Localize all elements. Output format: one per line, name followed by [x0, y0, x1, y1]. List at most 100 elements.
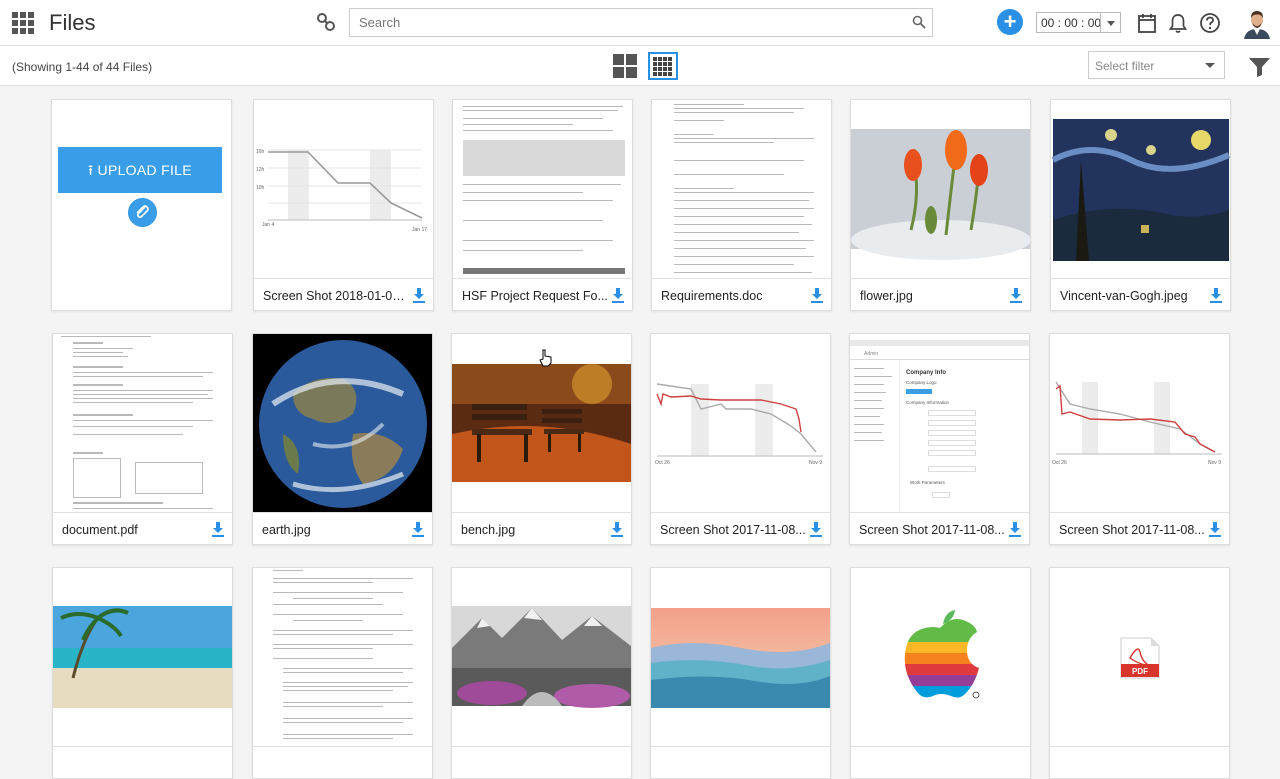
- file-footer: [851, 746, 1030, 778]
- file-card[interactable]: [650, 567, 831, 779]
- work-parameters-label: Work Parameters: [910, 480, 945, 485]
- x-tick-end: Nov 9: [1208, 460, 1221, 466]
- search-icon[interactable]: [912, 15, 926, 29]
- file-card[interactable]: [252, 567, 433, 779]
- file-name: Vincent-van-Gogh.jpeg: [1060, 289, 1188, 303]
- apps-grid-icon[interactable]: [12, 12, 34, 34]
- file-thumbnail: [453, 100, 632, 278]
- toolbar: (Showing 1-44 of 44 Files) Select filter: [0, 46, 1280, 86]
- company-logo-label: Company Logo: [906, 380, 937, 385]
- file-thumbnail: [452, 334, 631, 512]
- help-icon[interactable]: [1199, 12, 1221, 34]
- file-thumbnail: [452, 568, 631, 746]
- download-icon[interactable]: [413, 288, 425, 303]
- file-name: HSF Project Request Fo...: [462, 289, 608, 303]
- file-card[interactable]: [850, 567, 1031, 779]
- file-footer: [1050, 746, 1229, 778]
- upload-area: ⭱ UPLOAD FILE: [52, 100, 231, 310]
- file-footer: document.pdf: [53, 512, 232, 544]
- file-card[interactable]: flower.jpg: [850, 99, 1031, 311]
- file-card[interactable]: earth.jpg: [252, 333, 433, 545]
- file-footer: flower.jpg: [851, 278, 1030, 310]
- mountain-image: [452, 606, 631, 708]
- download-icon[interactable]: [412, 522, 424, 537]
- chart-thumbnail: Oct 26 Nov 9: [1052, 381, 1222, 466]
- download-icon[interactable]: [1210, 288, 1222, 303]
- file-card[interactable]: document.pdf: [52, 333, 233, 545]
- admin-label: Admin: [864, 351, 879, 357]
- beach-image: [53, 606, 232, 708]
- search-input[interactable]: [350, 9, 890, 36]
- file-footer: Vincent-van-Gogh.jpeg: [1051, 278, 1230, 310]
- file-card[interactable]: [52, 567, 233, 779]
- small-grid-view-icon[interactable]: [648, 52, 678, 80]
- download-icon[interactable]: [611, 522, 623, 537]
- file-count: (Showing 1-44 of 44 Files): [12, 60, 153, 74]
- file-footer: Screen Shot 2017-11-08...: [651, 512, 830, 544]
- download-icon[interactable]: [810, 522, 822, 537]
- timer-value: 00 : 00 : 00: [1041, 16, 1102, 30]
- timer-select[interactable]: 00 : 00 : 00: [1036, 12, 1121, 33]
- file-card[interactable]: 16h 12h 10h Jan 4 Jan 17 Screen Shot 201…: [253, 99, 434, 311]
- upload-label: UPLOAD FILE: [97, 162, 192, 178]
- grading-table: [135, 462, 203, 494]
- file-footer: Screen Shot 2018-01-04...: [254, 278, 433, 310]
- file-footer: [452, 746, 631, 778]
- upload-file-button[interactable]: ⭱ UPLOAD FILE: [58, 147, 222, 193]
- file-card[interactable]: Oct 26 Nov 9 Screen Shot 2017-11-08...: [650, 333, 831, 545]
- file-thumbnail: [851, 100, 1030, 278]
- bell-icon[interactable]: [1167, 12, 1189, 34]
- upload-icon: ⭱: [88, 162, 94, 178]
- x-tick-start: Oct 26: [1052, 460, 1067, 466]
- download-icon[interactable]: [612, 288, 624, 303]
- company-info-label: Company Information: [906, 400, 950, 405]
- avatar[interactable]: [1242, 7, 1272, 39]
- form-bar: [463, 268, 625, 274]
- file-card[interactable]: HSF Project Request Fo...: [452, 99, 633, 311]
- download-icon[interactable]: [212, 522, 224, 537]
- download-icon[interactable]: [1009, 522, 1021, 537]
- download-icon[interactable]: [1010, 288, 1022, 303]
- paperclip-icon[interactable]: [128, 198, 157, 227]
- file-card[interactable]: Admin Company Info Company Logo Company …: [849, 333, 1030, 545]
- x-tick-start: Jan 4: [262, 222, 274, 228]
- cursor-icon: [539, 349, 552, 367]
- file-thumbnail: [253, 334, 432, 512]
- file-card[interactable]: Vincent-van-Gogh.jpeg: [1050, 99, 1231, 311]
- download-icon[interactable]: [811, 288, 823, 303]
- address-field: [928, 420, 976, 426]
- file-thumbnail: Oct 26 Nov 9: [1050, 334, 1229, 512]
- file-thumbnail: [253, 568, 432, 746]
- painting-image: [1051, 119, 1230, 261]
- page-title: Files: [49, 10, 96, 35]
- file-card[interactable]: Oct 26 Nov 9 Screen Shot 2017-11-08...: [1049, 333, 1230, 545]
- file-name: flower.jpg: [860, 289, 913, 303]
- large-grid-view-icon[interactable]: [613, 54, 637, 78]
- app-header: Admin: [850, 350, 1029, 360]
- file-thumbnail: [53, 568, 232, 746]
- file-thumbnail: 16h 12h 10h Jan 4 Jan 17: [254, 100, 433, 278]
- file-thumbnail: [851, 568, 1030, 746]
- calendar-icon[interactable]: [1136, 12, 1158, 34]
- chevron-down-icon[interactable]: [1100, 13, 1120, 32]
- top-bar: Files + 00 : 00 : 00: [0, 0, 1280, 46]
- file-card[interactable]: [451, 567, 632, 779]
- file-card[interactable]: PDF: [1049, 567, 1230, 779]
- filter-select[interactable]: Select filter: [1088, 51, 1225, 79]
- file-name: Requirements.doc: [661, 289, 763, 303]
- file-footer: bench.jpg: [452, 512, 631, 544]
- file-card[interactable]: bench.jpg: [451, 333, 632, 545]
- file-name: Screen Shot 2017-11-08...: [859, 523, 1005, 537]
- name-field: [928, 410, 976, 416]
- file-thumbnail: [1051, 100, 1230, 278]
- download-icon[interactable]: [1209, 522, 1221, 537]
- file-name: Screen Shot 2017-11-08...: [660, 523, 806, 537]
- filter-icon[interactable]: [1248, 56, 1271, 78]
- search-box: [349, 8, 933, 37]
- add-button[interactable]: +: [997, 9, 1023, 35]
- city-field: [928, 440, 976, 446]
- phone-field: [928, 466, 976, 472]
- link-icon[interactable]: [316, 12, 336, 32]
- grading-table: [73, 458, 121, 498]
- file-card[interactable]: Requirements.doc: [651, 99, 832, 311]
